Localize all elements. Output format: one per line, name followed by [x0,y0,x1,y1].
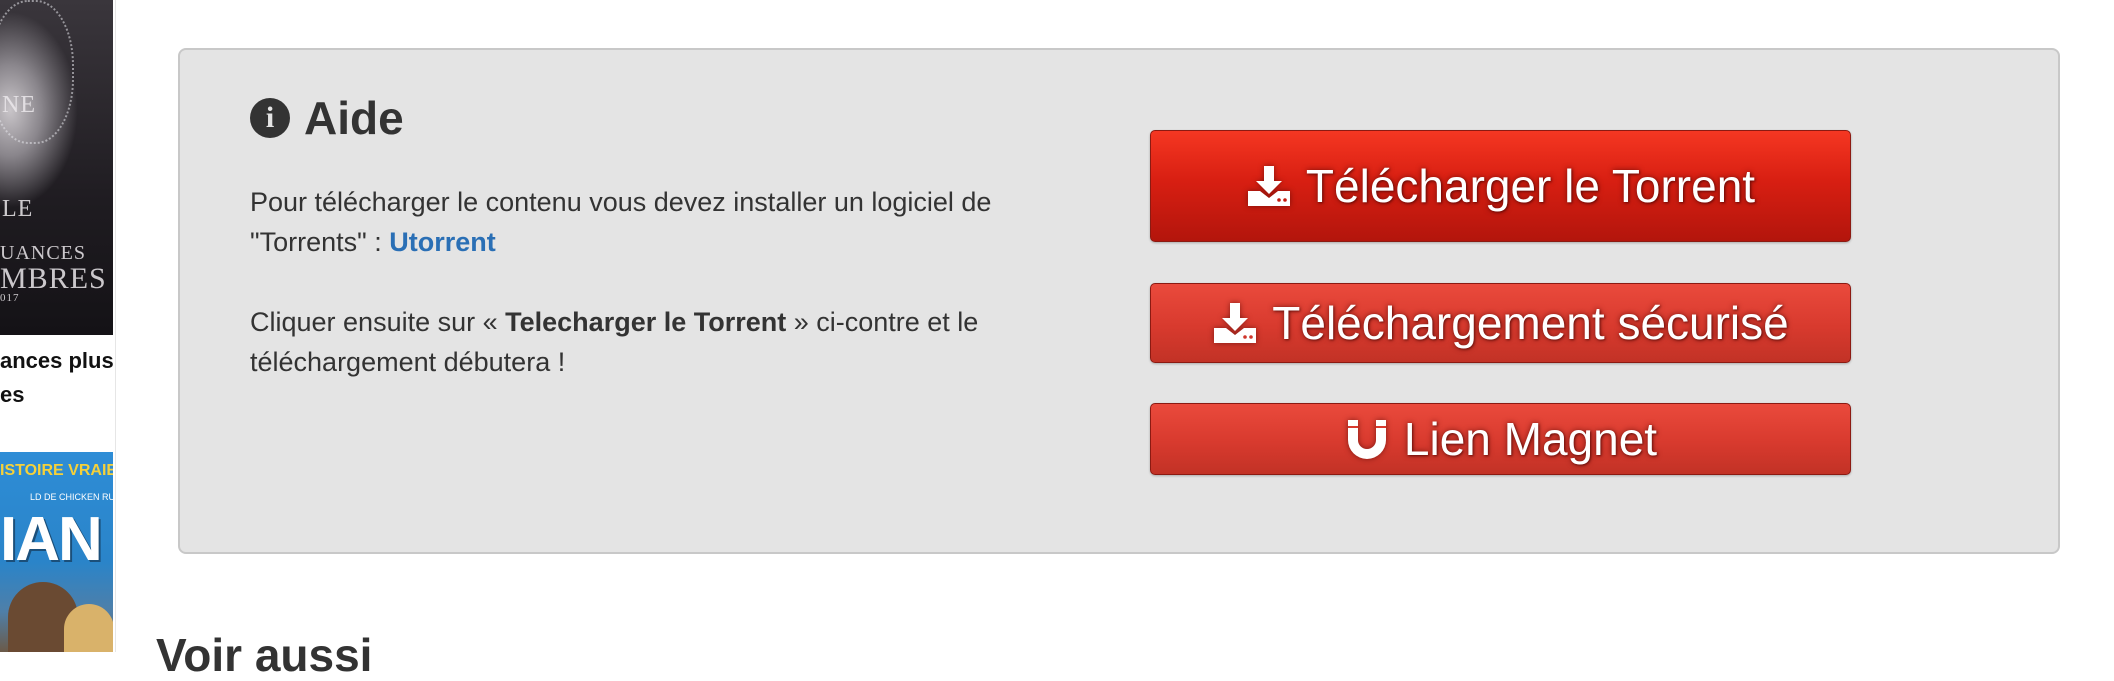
info-circle-icon: i [250,98,290,138]
download-torrent-label: Télécharger le Torrent [1305,160,1756,212]
magnet-icon [1344,416,1390,462]
secure-download-button[interactable]: Téléchargement sécurisé [1150,283,1851,363]
magnet-link-button[interactable]: Lien Magnet [1150,403,1851,475]
poster-text: LE [2,196,34,222]
help-heading: Aide [304,92,404,144]
poster-character-figure [64,604,113,652]
sidebar-movie-title[interactable]: ances plus es [0,344,115,412]
see-also-heading: Voir aussi [156,629,373,681]
poster-text: NE [2,92,36,118]
help-paragraph-text: Cliquer ensuite sur « [250,307,506,337]
poster-text: MBRES [0,262,107,295]
poster-credit-text: LD DE CHICKEN RUN [30,492,113,502]
download-torrent-button[interactable]: Télécharger le Torrent [1150,130,1851,242]
help-paragraph-instructions: Cliquer ensuite sur « Telecharger le Tor… [250,302,1050,382]
sidebar: NE LE UANCES MBRES 017 ances plus es IST… [0,0,116,652]
movie-poster-bottom[interactable]: ISTOIRE VRAIE LD DE CHICKEN RUN IAN [0,452,113,652]
secure-download-label: Téléchargement sécurisé [1272,297,1789,349]
poster-banner-text: ISTOIRE VRAIE [0,462,113,479]
poster-text: 017 [0,292,20,304]
help-paragraph-text: Pour télécharger le contenu vous devez i… [250,187,992,257]
movie-poster-top[interactable]: NE LE UANCES MBRES 017 [0,0,113,335]
sidebar-movie-title-line: ances plus [0,348,114,373]
download-icon [1246,163,1292,209]
sidebar-movie-title-line: es [0,382,25,407]
help-paragraph-install: Pour télécharger le contenu vous devez i… [250,182,1050,262]
magnet-link-label: Lien Magnet [1403,413,1658,465]
help-title: i Aide [250,88,404,148]
download-icon [1212,300,1258,346]
poster-title-text: IAN [0,505,103,574]
help-paragraph-emphasis: Telecharger le Torrent [505,307,787,337]
help-panel: i Aide Pour télécharger le contenu vous … [178,48,2060,554]
poster-mask-decoration [0,0,74,144]
utorrent-link[interactable]: Utorrent [389,227,496,257]
